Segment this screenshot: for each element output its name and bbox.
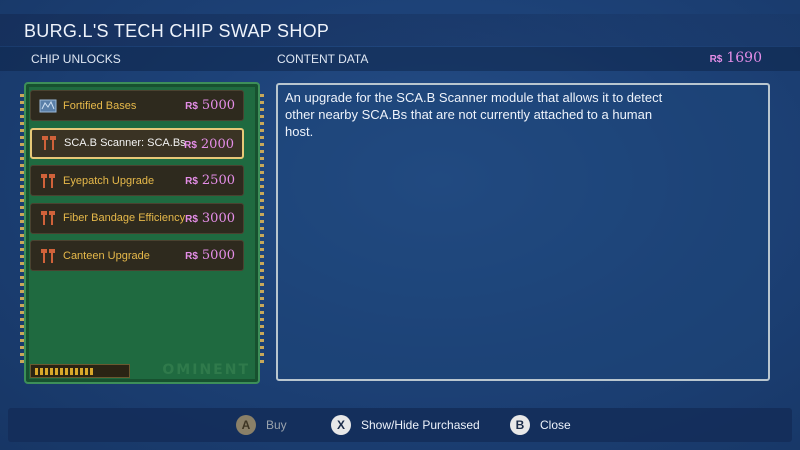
shop-title: BURG.L'S TECH CHIP SWAP SHOP — [24, 21, 330, 41]
close-label: Close — [540, 418, 571, 432]
close-button[interactable]: B Close — [510, 415, 571, 435]
show-hide-label: Show/Hide Purchased — [361, 418, 480, 432]
chip-item-fiber-bandage-efficiency[interactable]: Fiber Bandage Efficiency R$ 3000 — [30, 202, 244, 234]
chip-price: R$ 2500 — [185, 173, 235, 188]
show-hide-purchased-button[interactable]: X Show/Hide Purchased — [331, 415, 480, 435]
a-button-icon: A — [236, 415, 256, 435]
chip-list: Fortified Bases R$ 5000 SCA.B Scanner: SC… — [30, 90, 244, 278]
chip-item-scab-scanner[interactable]: SCA.B Scanner: SCA.Bs R$ 2000 — [30, 127, 244, 159]
chip-price: R$ 5000 — [185, 98, 235, 113]
chip-item-eyepatch-upgrade[interactable]: Eyepatch Upgrade R$ 2500 — [30, 165, 244, 196]
currency-balance: R$ 1690 — [710, 50, 762, 66]
chip-board: Fortified Bases R$ 5000 SCA.B Scanner: SC… — [20, 82, 264, 384]
blueprint-icon — [39, 99, 57, 112]
buy-button[interactable]: A Buy — [236, 415, 287, 435]
tool-icon — [41, 173, 55, 188]
tool-icon — [41, 248, 55, 263]
chip-price: R$ 3000 — [185, 210, 235, 226]
board-brand-logo: OMINENT — [162, 362, 250, 378]
chip-item-fortified-bases[interactable]: Fortified Bases R$ 5000 — [30, 90, 244, 121]
content-data-label: CONTENT DATA — [277, 52, 369, 66]
currency-amount: 1690 — [726, 50, 762, 66]
chip-price: R$ 5000 — [185, 248, 235, 263]
tool-icon — [42, 136, 56, 150]
chip-item-canteen-upgrade[interactable]: Canteen Upgrade R$ 5000 — [30, 240, 244, 271]
tool-icon — [41, 211, 55, 225]
b-button-icon: B — [510, 415, 530, 435]
x-button-icon: X — [331, 415, 351, 435]
content-panel: An upgrade for the SCA.B Scanner module … — [276, 83, 770, 381]
buy-label: Buy — [266, 418, 287, 432]
board-connector — [30, 364, 130, 378]
chip-description: An upgrade for the SCA.B Scanner module … — [285, 90, 663, 139]
chip-price: R$ 2000 — [184, 136, 234, 152]
currency-symbol: R$ — [709, 54, 723, 65]
chip-unlocks-label: CHIP UNLOCKS — [31, 52, 121, 66]
